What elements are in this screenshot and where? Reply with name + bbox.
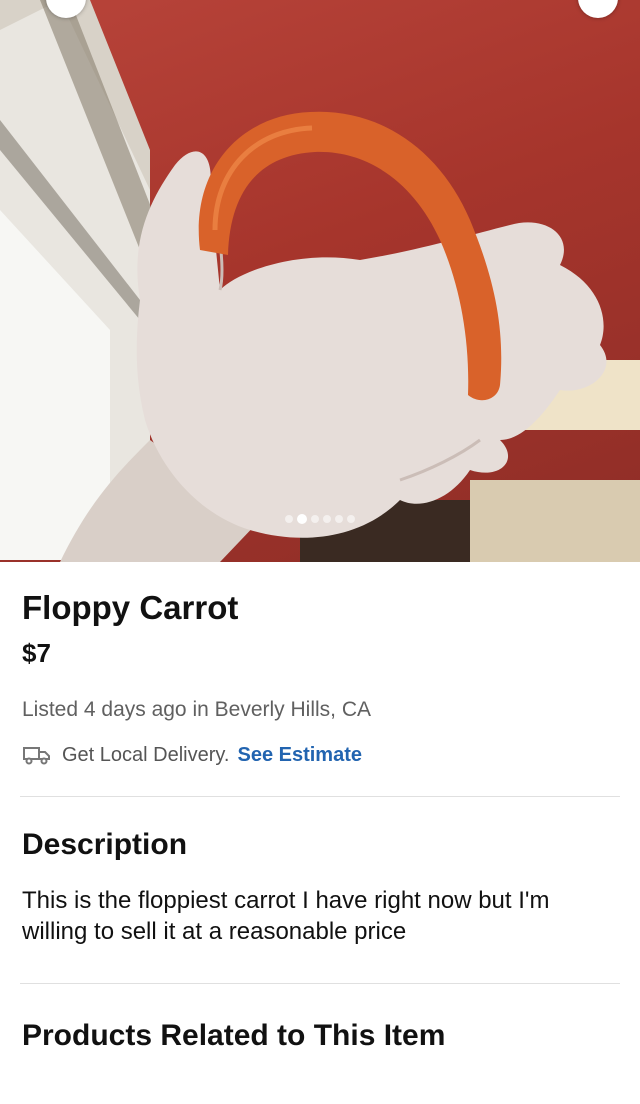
- pagination-dot[interactable]: [347, 515, 355, 523]
- listing-meta: Listed 4 days ago in Beverly Hills, CA: [22, 698, 371, 721]
- photo-pagination[interactable]: [0, 514, 640, 524]
- description-text: This is the floppiest carrot I have righ…: [22, 887, 550, 945]
- pagination-dot-active[interactable]: [297, 514, 307, 524]
- see-estimate-link[interactable]: See Estimate: [237, 742, 362, 768]
- divider: [20, 983, 620, 984]
- pagination-dot[interactable]: [285, 515, 293, 523]
- delivery-text: Get Local Delivery.: [62, 744, 230, 766]
- truck-icon: [23, 747, 50, 765]
- listing-details: Floppy Carrot $7 Listed 4 days ago in Be…: [0, 588, 640, 1054]
- listing-price: $7: [22, 638, 51, 668]
- pagination-dot[interactable]: [323, 515, 331, 523]
- delivery-row: Get Local Delivery. See Estimate: [22, 742, 618, 768]
- description-heading: Description: [22, 828, 188, 861]
- listing-photo[interactable]: [0, 0, 640, 562]
- related-products-heading: Products Related to This Item: [22, 1019, 446, 1052]
- photo-illustration: [0, 0, 640, 562]
- pagination-dot[interactable]: [335, 515, 343, 523]
- pagination-dot[interactable]: [311, 515, 319, 523]
- divider: [20, 796, 620, 797]
- listing-title: Floppy Carrot: [22, 589, 239, 626]
